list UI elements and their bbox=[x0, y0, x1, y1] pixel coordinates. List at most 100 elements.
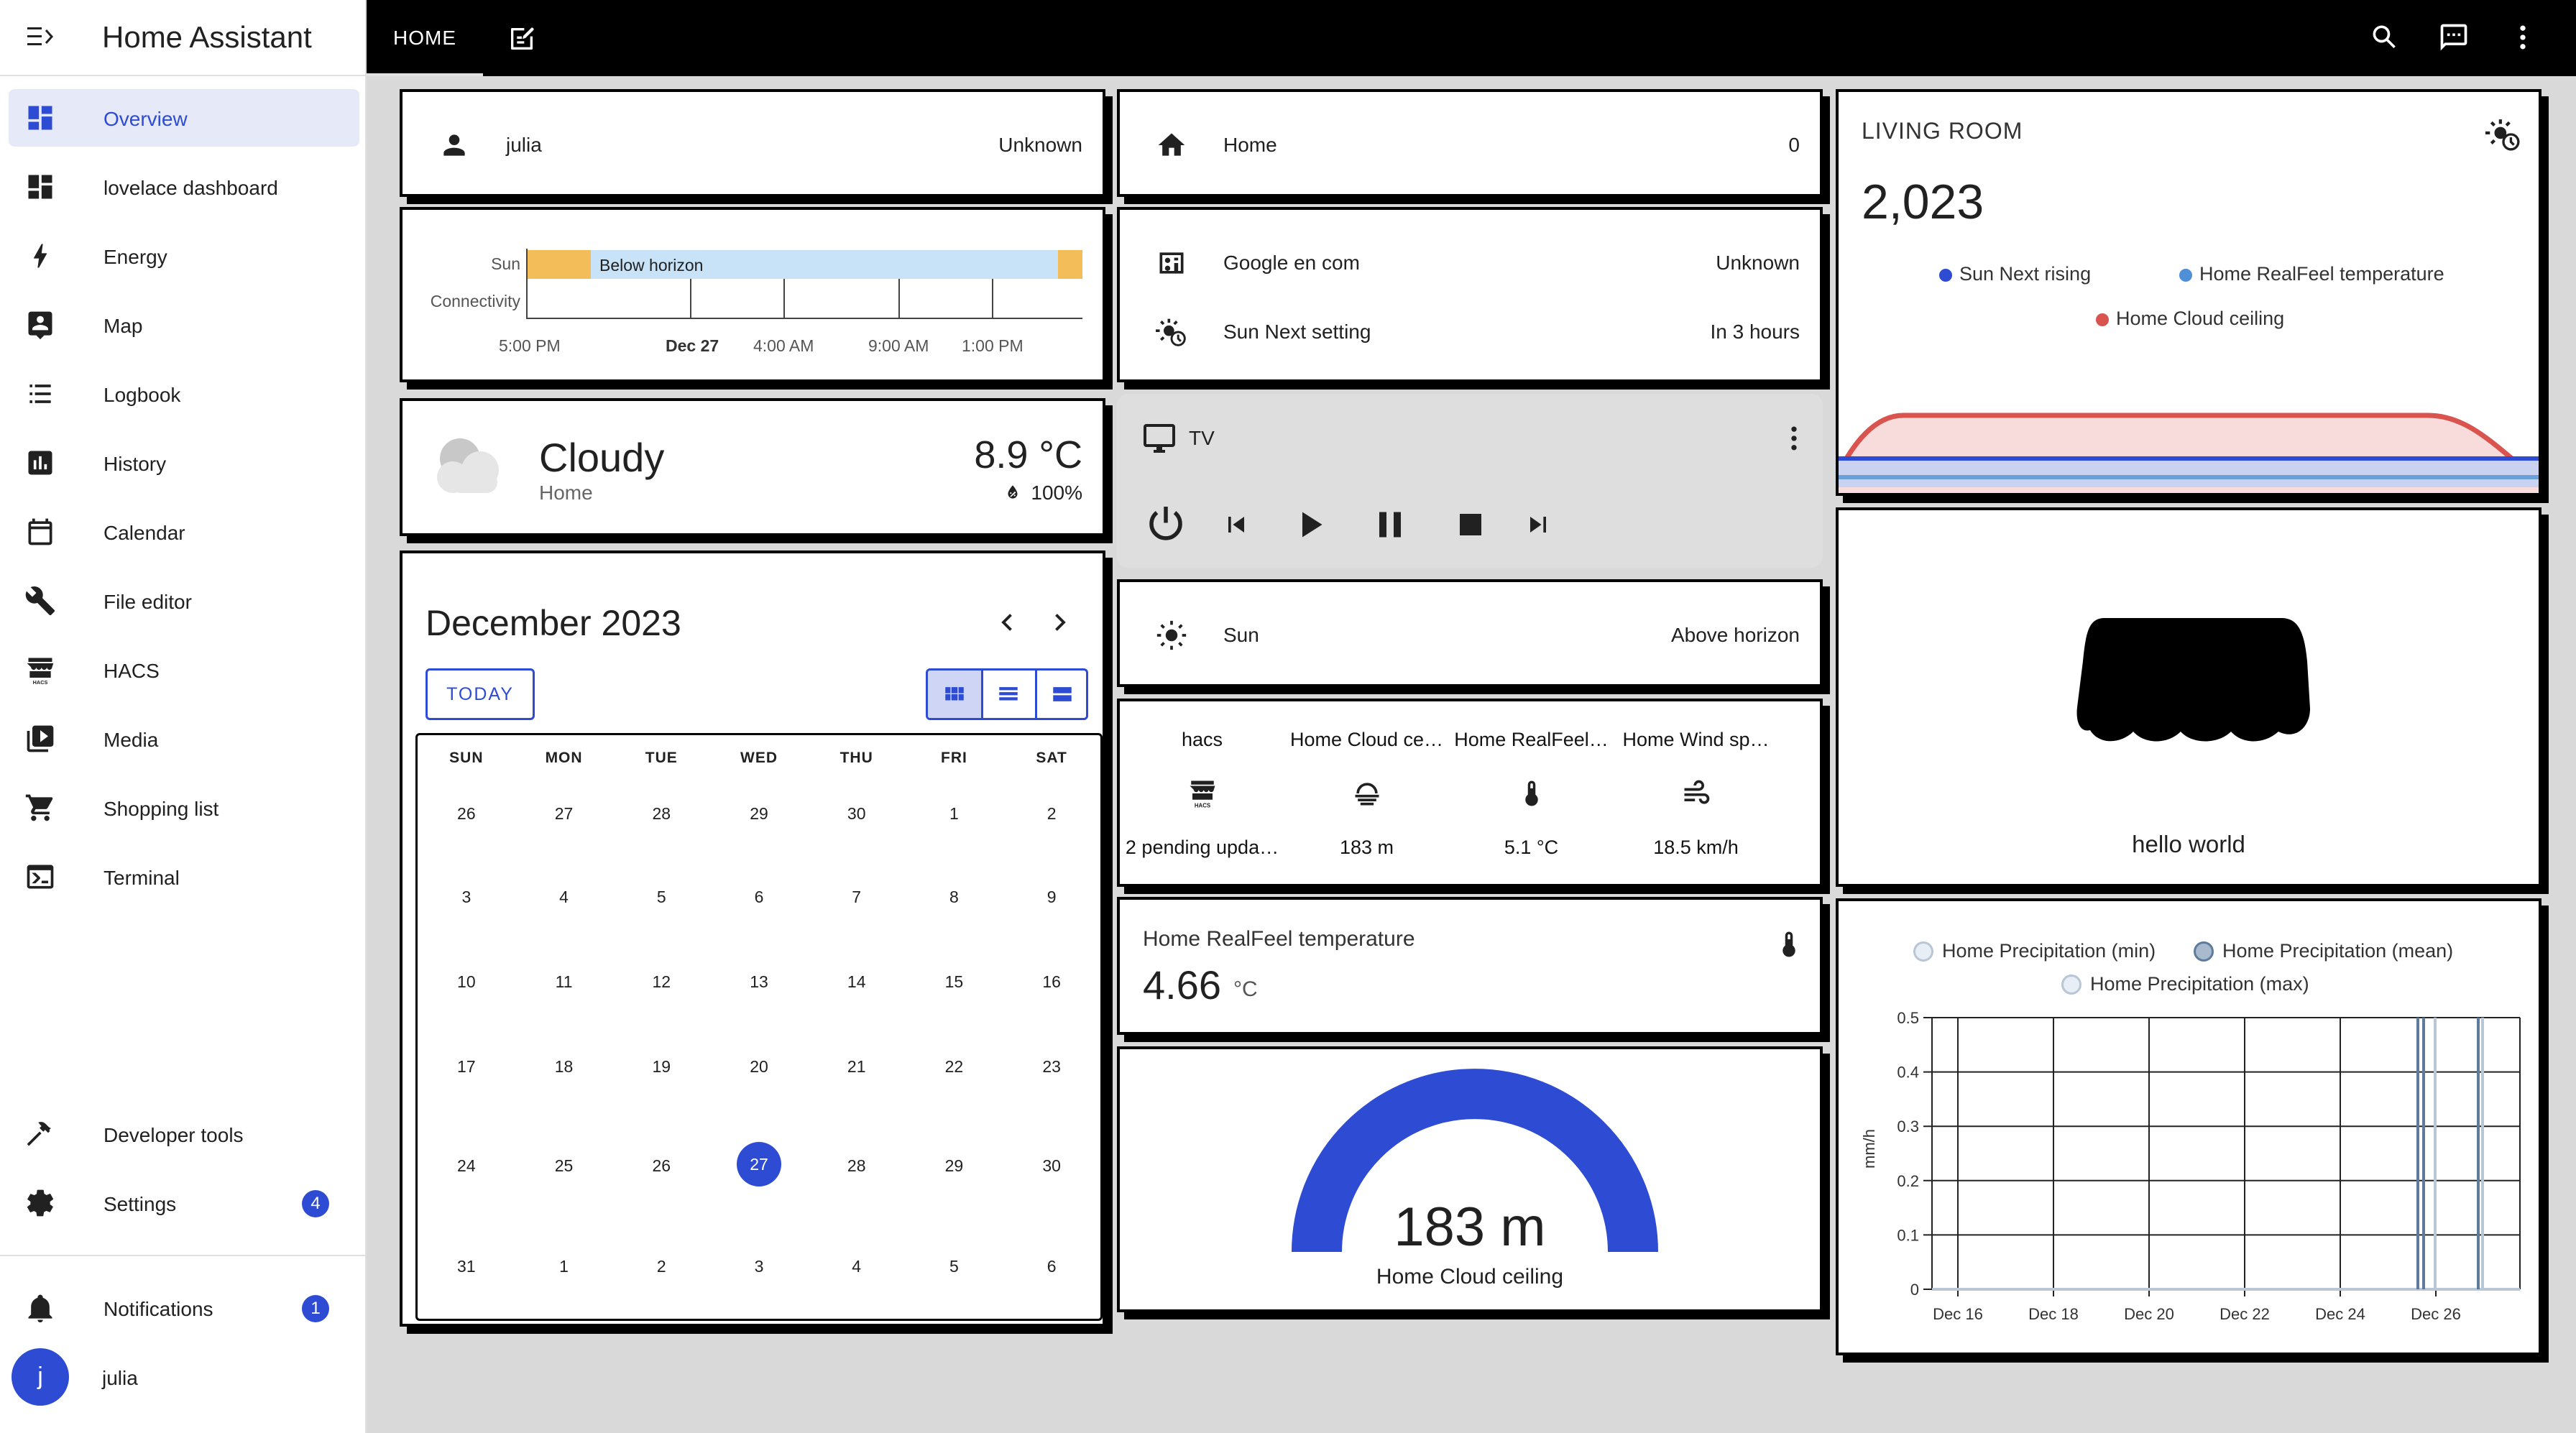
glance-item[interactable]: Home RealFeel… 5.1 °C bbox=[1449, 701, 1614, 884]
calendar-day[interactable]: 29 bbox=[730, 804, 788, 824]
calendar-day[interactable]: 12 bbox=[632, 972, 690, 992]
calendar-day[interactable]: 2 bbox=[632, 1257, 690, 1276]
calendar-day[interactable]: 27 bbox=[737, 1142, 781, 1187]
sidebar-item-calendar[interactable]: Calendar bbox=[9, 503, 359, 561]
sidebar-item-notifications[interactable]: Notifications 1 bbox=[9, 1279, 359, 1337]
chevron-right-icon[interactable] bbox=[1046, 609, 1072, 635]
calendar-day[interactable]: 16 bbox=[1023, 972, 1080, 992]
avatar[interactable]: j bbox=[12, 1348, 69, 1406]
calendar-day[interactable]: 3 bbox=[438, 888, 495, 907]
sidebar-item-file-editor[interactable]: File editor bbox=[9, 572, 359, 630]
sidebar-item-history[interactable]: History bbox=[9, 434, 359, 492]
calendar-day[interactable]: 30 bbox=[1023, 1156, 1080, 1176]
calendar-day[interactable]: 1 bbox=[535, 1257, 593, 1276]
search-icon[interactable] bbox=[2369, 22, 2401, 53]
dots-vertical-icon[interactable] bbox=[2507, 22, 2539, 53]
calendar-day[interactable]: 1 bbox=[925, 804, 983, 824]
calendar-day[interactable]: 22 bbox=[925, 1057, 983, 1077]
history-card[interactable]: Sun Connectivity Below horizon 5:00 PM D… bbox=[400, 207, 1105, 382]
calendar-day[interactable]: 4 bbox=[535, 888, 593, 907]
calendar-day[interactable]: 26 bbox=[632, 1156, 690, 1176]
calendar-day[interactable]: 19 bbox=[632, 1057, 690, 1077]
calendar-day[interactable]: 24 bbox=[438, 1156, 495, 1176]
sidebar-item-energy[interactable]: Energy bbox=[9, 227, 359, 285]
calendar-day[interactable]: 6 bbox=[1023, 1257, 1080, 1276]
person-card[interactable]: julia Unknown bbox=[400, 89, 1105, 197]
calendar-day[interactable]: 2 bbox=[1023, 804, 1080, 824]
calendar-day[interactable]: 29 bbox=[925, 1156, 983, 1176]
play-icon[interactable] bbox=[1288, 503, 1331, 546]
sidebar-item-media[interactable]: Media bbox=[9, 710, 359, 768]
glance-item[interactable]: Home Wind sp… 18.5 km/h bbox=[1614, 701, 1778, 884]
calendar-day[interactable]: 10 bbox=[438, 972, 495, 992]
calendar-day[interactable]: 7 bbox=[828, 888, 886, 907]
sidebar-item-logbook[interactable]: Logbook bbox=[9, 365, 359, 423]
glance-item[interactable]: Home Cloud ce… 183 m bbox=[1284, 701, 1449, 884]
dots-vertical-icon[interactable] bbox=[1778, 423, 1810, 454]
calendar-day[interactable]: 23 bbox=[1023, 1057, 1080, 1077]
calendar-day[interactable]: 5 bbox=[925, 1257, 983, 1276]
menu-open-icon[interactable] bbox=[27, 26, 54, 47]
calendar-day[interactable]: 31 bbox=[438, 1257, 495, 1276]
legend-label[interactable]: Home RealFeel temperature bbox=[2199, 263, 2444, 285]
weather-card[interactable]: Cloudy Home 8.9 °C 100% bbox=[400, 398, 1105, 536]
tab-home[interactable]: HOME bbox=[367, 0, 483, 76]
view-month-button[interactable] bbox=[928, 671, 981, 718]
calendar-day[interactable]: 28 bbox=[632, 804, 690, 824]
calendar-day[interactable]: 3 bbox=[730, 1257, 788, 1276]
calendar-day[interactable]: 13 bbox=[730, 972, 788, 992]
calendar-day[interactable]: 28 bbox=[828, 1156, 886, 1176]
skip-next-icon[interactable] bbox=[1522, 509, 1554, 540]
calendar-day[interactable]: 11 bbox=[535, 972, 593, 992]
pause-icon[interactable] bbox=[1368, 503, 1412, 546]
sidebar-item-lovelace[interactable]: lovelace dashboard bbox=[9, 158, 359, 216]
calendar-day[interactable]: 17 bbox=[438, 1057, 495, 1077]
timeline-segment-below[interactable]: Below horizon bbox=[591, 250, 1058, 279]
timeline-segment-above[interactable] bbox=[528, 250, 591, 279]
calendar-day[interactable]: 26 bbox=[438, 804, 495, 824]
calendar-day[interactable]: 27 bbox=[535, 804, 593, 824]
view-week-button[interactable] bbox=[983, 671, 1035, 718]
skip-previous-icon[interactable] bbox=[1220, 509, 1252, 540]
calendar-day[interactable]: 25 bbox=[535, 1156, 593, 1176]
edit-dashboard-icon[interactable] bbox=[507, 24, 536, 53]
glance-item[interactable]: hacs HACS 2 pending upda… bbox=[1120, 701, 1284, 884]
sidebar-item-settings[interactable]: Settings 4 bbox=[9, 1174, 359, 1232]
calendar-day[interactable]: 20 bbox=[730, 1057, 788, 1077]
calendar-day[interactable]: 5 bbox=[632, 888, 690, 907]
sidebar-item-overview[interactable]: Overview bbox=[9, 89, 359, 147]
calendar-day[interactable]: 15 bbox=[925, 972, 983, 992]
zone-home-card[interactable]: Home 0 bbox=[1117, 89, 1823, 197]
sidebar-item-developer-tools[interactable]: Developer tools bbox=[9, 1105, 359, 1163]
calendar-day[interactable]: 18 bbox=[535, 1057, 593, 1077]
assist-icon[interactable] bbox=[2438, 22, 2470, 53]
living-room-card[interactable]: LIVING ROOM 2,023 Sun Next rising Home R… bbox=[1836, 89, 2542, 496]
legend-label[interactable]: Sun Next rising bbox=[1959, 263, 2091, 285]
timeline-segment-above[interactable] bbox=[1058, 250, 1082, 279]
calendar-day[interactable]: 21 bbox=[828, 1057, 886, 1077]
power-icon[interactable] bbox=[1144, 503, 1187, 546]
calendar-day[interactable]: 30 bbox=[828, 804, 886, 824]
sidebar-item-map[interactable]: Map bbox=[9, 296, 359, 354]
sidebar-item-terminal[interactable]: Terminal bbox=[9, 848, 359, 906]
calendar-day[interactable]: 8 bbox=[925, 888, 983, 907]
sun-card[interactable]: Sun Above horizon bbox=[1117, 579, 1823, 687]
chevron-left-icon[interactable] bbox=[995, 609, 1021, 635]
entity-name[interactable]: Google en com bbox=[1223, 252, 1360, 275]
calendar-day[interactable]: 9 bbox=[1023, 888, 1080, 907]
calendar-day[interactable]: 4 bbox=[828, 1257, 886, 1276]
picture-card[interactable]: hello world bbox=[1836, 507, 2542, 887]
legend-label[interactable]: Home Cloud ceiling bbox=[2116, 308, 2284, 330]
sidebar-item-user[interactable]: julia bbox=[79, 1348, 359, 1406]
today-button[interactable]: TODAY bbox=[426, 668, 535, 720]
gauge-card[interactable]: 183 m Home Cloud ceiling bbox=[1117, 1046, 1823, 1312]
entity-name[interactable]: Sun Next setting bbox=[1223, 321, 1371, 344]
view-day-button[interactable] bbox=[1037, 671, 1086, 718]
calendar-day[interactable]: 14 bbox=[828, 972, 886, 992]
calendar-day[interactable]: 6 bbox=[730, 888, 788, 907]
sidebar-item-shopping-list[interactable]: Shopping list bbox=[9, 779, 359, 837]
person-state: Unknown bbox=[998, 134, 1082, 156]
sidebar-item-hacs[interactable]: HACS HACS bbox=[9, 641, 359, 699]
sensor-card[interactable]: Home RealFeel temperature 4.66 °C bbox=[1117, 897, 1823, 1035]
stop-icon[interactable] bbox=[1449, 503, 1492, 546]
